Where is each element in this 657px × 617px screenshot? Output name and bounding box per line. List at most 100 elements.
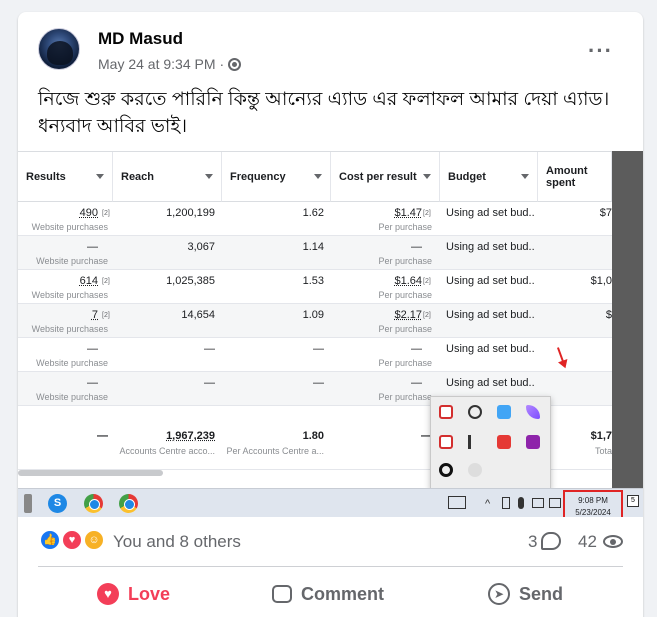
post-text: নিজে শুরু করতে পারিনি কিন্তু আন্যের এ্যা… <box>38 86 628 140</box>
cost-subtext: Per purchase <box>378 222 432 232</box>
col-amount-spent: Amount spent <box>538 152 612 202</box>
cost-cell: — <box>411 241 422 253</box>
chrome-icon <box>119 494 138 513</box>
privacy-icon[interactable] <box>228 58 241 71</box>
budget-cell: Using ad set bud... <box>446 275 534 287</box>
comment-button[interactable]: Comment <box>272 580 384 608</box>
reach-cell: 3,067 <box>187 241 215 253</box>
faded-icon <box>468 463 482 477</box>
cost-footnote: [2] <box>423 274 431 286</box>
cost-cell: — <box>411 377 422 389</box>
budget-cell: Using ad set bud... <box>446 309 534 321</box>
post-time[interactable]: May 24 at 9:34 PM <box>98 56 216 72</box>
circle-icon <box>439 463 453 477</box>
more-options-button[interactable]: ··· <box>588 38 613 64</box>
record-icon <box>497 435 511 449</box>
reach-cell: 1,200,199 <box>166 207 215 219</box>
results-subtext: Website purchase <box>36 256 108 266</box>
comment-count-icon[interactable] <box>541 532 561 550</box>
chrome-profile-icon <box>84 494 103 513</box>
heart-icon: ♥ <box>97 583 119 605</box>
cost-footnote: [2] <box>423 206 431 218</box>
results-cell: 614 <box>80 275 98 287</box>
footnote-marker: [2] <box>102 210 110 217</box>
results-subtext: Website purchases <box>32 324 108 334</box>
comment-count[interactable]: 3 <box>528 532 537 552</box>
frequency-cell: 1.62 <box>303 207 324 219</box>
like-reaction-icon[interactable]: 👍 <box>39 529 61 551</box>
device-icon <box>502 497 510 509</box>
cost-cell: $1.47 <box>394 207 422 219</box>
table-row: — Website purchase — — — Per purchase Using ad… <box>18 338 612 372</box>
view-count: 42 <box>578 532 597 552</box>
battery-icon <box>532 498 544 508</box>
tray-overflow-popup <box>430 396 551 489</box>
author-avatar[interactable] <box>38 28 80 70</box>
send-label: Send <box>519 584 563 605</box>
windows-taskbar: S ^ 9:08 PM 5/23/2024 5 <box>18 488 643 517</box>
budget-cell: Using ad set bud... <box>446 377 534 389</box>
post-card: MD Masud May 24 at 9:34 PM · ··· নিজে শু… <box>18 12 643 617</box>
reach-cell: 1,025,385 <box>166 275 215 287</box>
send-button[interactable]: ➤ Send <box>488 580 563 608</box>
results-cell: — <box>87 377 98 389</box>
frequency-cell: 1.14 <box>303 241 324 253</box>
skype-icon: S <box>48 494 67 513</box>
results-cell: 490 <box>80 207 98 219</box>
love-reaction-icon[interactable]: ♥ <box>61 529 83 551</box>
frequency-cell: 1.53 <box>303 275 324 287</box>
results-cell: 7 <box>92 309 98 321</box>
horizontal-scrollbar <box>18 470 163 476</box>
feather-icon <box>526 405 540 419</box>
post-stats: 👍 ♥ ☺ You and 8 others 3 42 <box>18 524 643 562</box>
meta-separator: · <box>220 56 225 72</box>
pdf-icon <box>439 435 453 449</box>
cost-subtext: Per purchase <box>378 290 432 300</box>
col-frequency: Frequency <box>222 152 331 202</box>
cost-subtext: Per purchase <box>378 358 432 368</box>
taskbar-edge-icon <box>24 494 32 513</box>
results-cell: — <box>87 241 98 253</box>
volume-icon <box>468 435 482 449</box>
care-reaction-icon[interactable]: ☺ <box>83 529 105 551</box>
notification-icon: 5 <box>627 495 639 507</box>
security-icon <box>439 405 453 419</box>
results-cell: — <box>87 343 98 355</box>
amount-spent-cell: $7 <box>600 207 612 219</box>
mic-icon <box>518 497 524 509</box>
app2-icon <box>526 435 540 449</box>
budget-cell: Using ad set bud... <box>446 207 534 219</box>
reach-cell: — <box>204 377 215 389</box>
table-row: 490 [2] Website purchases 1,200,199 1.62 $1.4… <box>18 202 612 236</box>
tray-chevron-icon: ^ <box>485 498 490 510</box>
col-results: Results <box>18 152 113 202</box>
col-budget: Budget <box>440 152 538 202</box>
cost-subtext: Per purchase <box>378 256 432 266</box>
app-icon <box>497 405 511 419</box>
cost-footnote: [2] <box>423 308 431 320</box>
love-button[interactable]: ♥ Love <box>97 580 170 608</box>
col-reach: Reach <box>113 152 222 202</box>
cost-cell: $1.64 <box>394 275 422 287</box>
reactions-summary[interactable]: You and 8 others <box>113 532 241 552</box>
frequency-cell: 1.09 <box>303 309 324 321</box>
amount-spent-cell: $1,0 <box>591 275 612 287</box>
results-footnote: [2] <box>102 274 110 286</box>
eye-icon <box>603 535 623 548</box>
reach-cell: — <box>204 343 215 355</box>
keyboard-icon <box>448 496 466 509</box>
post-meta: May 24 at 9:34 PM · <box>98 56 241 72</box>
cost-cell: $2.17 <box>394 309 422 321</box>
footnote-marker: [2] <box>102 312 110 319</box>
cost-subtext: Per purchase <box>378 392 432 402</box>
author-name[interactable]: MD Masud <box>98 29 183 49</box>
results-footnote: [2] <box>102 206 110 218</box>
table-row: 614 [2] Website purchases 1,025,385 1.53 $1.6… <box>18 270 612 304</box>
col-cost-per-result: Cost per result <box>331 152 440 202</box>
cost-cell: — <box>411 343 422 355</box>
post-image[interactable]: Results Reach Frequency Cost per result … <box>18 151 643 517</box>
table-row: 7 [2] Website purchases 14,654 1.09 $2.17 [2] P… <box>18 304 612 338</box>
taskbar-clock: 9:08 PM 5/23/2024 <box>563 490 623 517</box>
cost-subtext: Per purchase <box>378 324 432 334</box>
cloud-icon <box>468 405 482 419</box>
